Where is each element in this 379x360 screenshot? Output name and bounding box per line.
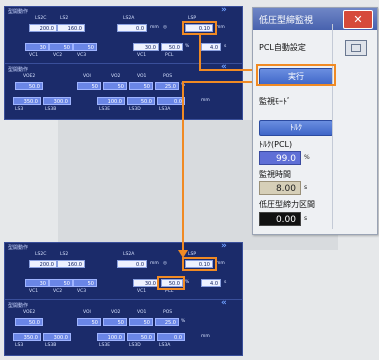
monitor-time-value[interactable]: 8.00	[259, 181, 301, 195]
dialog-divider	[332, 24, 333, 229]
pcl-auto-setting-label: PCL自動設定	[259, 43, 306, 52]
torque-mode-button[interactable]: ﾄﾙｸ	[259, 120, 333, 136]
unit-s: s	[304, 215, 308, 222]
unit-percent: %	[304, 154, 310, 161]
close-button[interactable]: ✕	[343, 10, 373, 29]
monitor-mode-label: 監視ﾓｰﾄﾞ	[259, 97, 291, 106]
low-pressure-section-label: 低圧型締力区間	[259, 200, 315, 209]
torque-pcl-label: ﾄﾙｸ(PCL)	[259, 140, 293, 149]
unit-s: s	[304, 184, 308, 191]
dialog-title: 低圧型締監視	[259, 16, 314, 26]
monitor-time-label: 監視時間	[259, 170, 291, 179]
dialog-titlebar: 低圧型締監視 ✕	[253, 8, 377, 30]
torque-pcl-value[interactable]: 99.0	[259, 151, 301, 165]
highlight-execute-button	[256, 64, 336, 86]
window-icon[interactable]	[345, 40, 367, 56]
low-pressure-section-value: 0.00	[259, 212, 301, 226]
